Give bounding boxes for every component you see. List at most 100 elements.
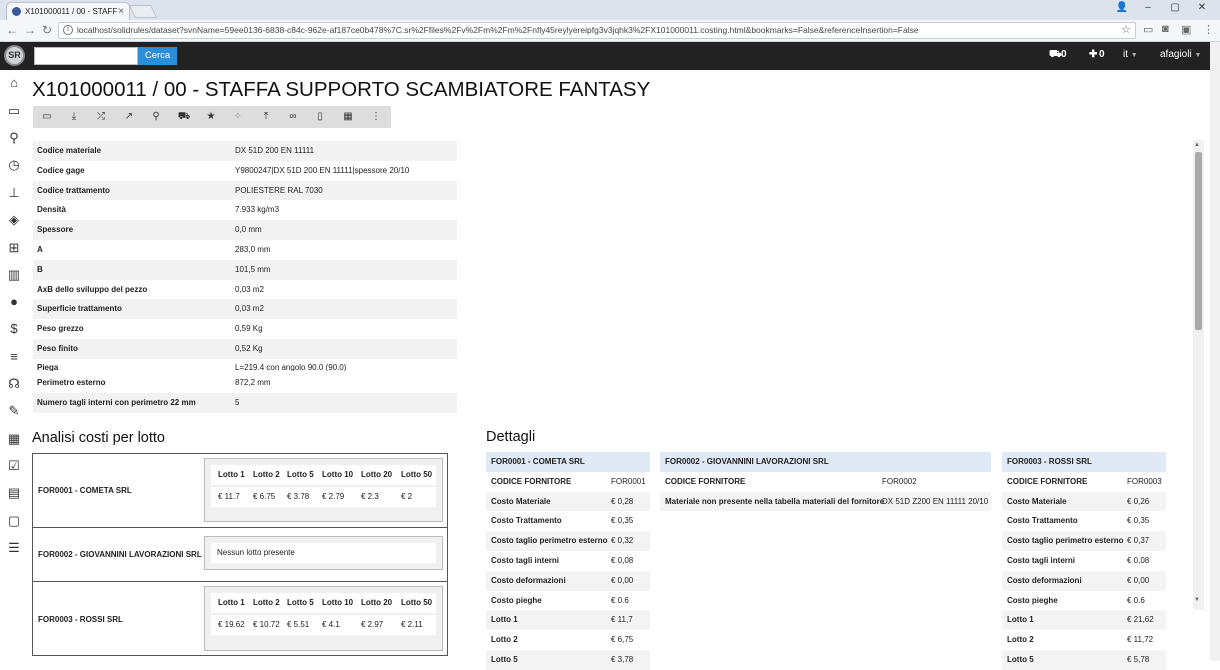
favorite-outline-icon[interactable]: ✧	[231, 110, 245, 124]
cast-icon[interactable]: ▣	[1181, 23, 1191, 36]
pin-icon[interactable]: ✚	[1089, 49, 1097, 60]
property-row: Codice trattamento POLIESTERE RAL 7030	[33, 180, 457, 201]
report-icon[interactable]: ☰	[7, 541, 21, 555]
dollar-icon[interactable]: $	[7, 322, 21, 336]
supplier-detail-card: FOR0002 - GIOVANNINI LAVORAZIONI SRL CODI…	[660, 452, 991, 512]
back-icon[interactable]: ←	[6, 23, 18, 37]
pin-icon[interactable]: ⚲	[7, 131, 21, 145]
scroll-up-icon[interactable]: ▲	[1194, 142, 1200, 148]
property-row: Numero tagli interni con perimetro 22 mm…	[33, 392, 457, 413]
close-window-icon[interactable]: ✕	[1192, 2, 1212, 13]
cube-icon[interactable]: ◈	[7, 213, 21, 227]
lot-header: Lotto 1	[218, 470, 245, 479]
detail-label: CODICE FORNITORE	[1007, 476, 1088, 486]
detail-row: CODICE FORNITORE FOR0003	[1002, 472, 1166, 492]
new-tab-button[interactable]	[128, 5, 158, 18]
detail-row: CODICE FORNITORE FOR0001	[486, 472, 650, 492]
clipboard-check-icon[interactable]: ☑	[7, 459, 21, 473]
star-icon[interactable]: ★	[204, 110, 218, 124]
detail-value: € 0,37	[1127, 536, 1150, 546]
cost-analysis-table: FOR0001 - COMETA SRL Lotto 1 Lotto 2 Lotto …	[32, 453, 448, 656]
search-button[interactable]: Cerca	[138, 47, 177, 65]
tab-title: X101000011 / 00 - STAFF	[25, 7, 118, 16]
clipboard-icon[interactable]: ▯	[313, 110, 327, 124]
user-name: afagioli	[1160, 49, 1192, 60]
property-label: Numero tagli interni con perimetro 22 mm	[37, 397, 196, 407]
url-field[interactable]: i localhost/solidrules/dataset?svnName=5…	[58, 22, 1136, 39]
favicon-icon	[12, 7, 21, 16]
hierarchy-icon[interactable]: ⊞	[7, 241, 21, 255]
property-value: 0,03 m2	[235, 304, 264, 314]
lot-header: Lotto 5	[287, 598, 314, 607]
property-value: 0,52 Kg	[235, 343, 263, 353]
link-icon[interactable]: ∞	[286, 110, 300, 124]
camera-icon[interactable]: ◙	[1162, 23, 1169, 35]
detail-label: Costo deformazioni	[1007, 575, 1082, 585]
support-icon[interactable]: ☊	[7, 377, 21, 391]
list-document-icon[interactable]: ▤	[7, 486, 21, 500]
detail-value: € 0,26	[1127, 496, 1150, 506]
property-value: 872,2 mm	[235, 378, 271, 387]
user-icon[interactable]: ●	[7, 295, 21, 309]
card-header: FOR0002 - GIOVANNINI LAVORAZIONI SRL	[660, 452, 991, 472]
detail-value: € 0.6	[611, 595, 629, 605]
building-icon[interactable]: ▥	[7, 268, 21, 282]
detail-value: € 5,78	[1127, 654, 1150, 664]
language-selector[interactable]: it ▼	[1123, 49, 1138, 60]
cart-icon[interactable]: ⛟	[1049, 49, 1062, 62]
detail-value: € 0,08	[611, 555, 634, 565]
home-icon[interactable]: ⌂	[7, 76, 21, 90]
clipboard-icon[interactable]: ▢	[7, 514, 21, 528]
clock-icon[interactable]: ◷	[7, 158, 21, 172]
edit-icon[interactable]: ✎	[7, 404, 21, 418]
scroll-down-icon[interactable]: ▼	[1194, 597, 1200, 603]
scroll-thumb[interactable]	[1195, 152, 1202, 330]
detail-row: Lotto 2 € 11,72	[1002, 630, 1166, 650]
detail-value: € 0,00	[1127, 575, 1150, 585]
shuffle-icon[interactable]: ⤮	[94, 110, 108, 124]
bars-icon[interactable]: ≡	[7, 350, 21, 364]
property-label: Perimetro esterno	[37, 378, 106, 387]
extension-icon[interactable]: ▭	[1143, 23, 1153, 36]
detail-label: Lotto 1	[491, 615, 518, 625]
menu-dots-icon[interactable]: ⋮	[1203, 23, 1214, 36]
browser-tab[interactable]: X101000011 / 00 - STAFF ×	[6, 2, 130, 20]
lot-value: € 6.75	[253, 492, 276, 501]
detail-label: Costo tagli interni	[1007, 555, 1075, 565]
share-icon[interactable]: ↗	[122, 110, 136, 124]
pin-icon[interactable]: ⚲	[149, 110, 163, 124]
profile-icon[interactable]: 👤	[1112, 2, 1132, 13]
close-tab-icon[interactable]: ×	[118, 3, 124, 20]
bookmark-star-icon[interactable]: ☆	[1121, 23, 1131, 38]
folder-icon[interactable]: ▭	[7, 104, 21, 118]
detail-row: Costo Materiale € 0,28	[486, 491, 650, 512]
panel-scrollbar[interactable]: ▲ ▼	[1193, 140, 1204, 610]
lot-value: € 10.72	[253, 620, 280, 629]
forward-icon[interactable]: →	[24, 23, 36, 37]
property-row: Superficie trattamento 0,03 m2	[33, 299, 457, 320]
monitor-icon[interactable]: ▭	[40, 110, 54, 124]
reload-icon[interactable]: ↻	[42, 23, 52, 37]
property-value: 0,59 Kg	[235, 324, 263, 334]
url-text: localhost/solidrules/dataset?svnName=59e…	[77, 25, 919, 35]
calendar-icon[interactable]: ▦	[7, 432, 21, 446]
cart-icon[interactable]: ⛟	[177, 110, 191, 124]
page-scrollbar[interactable]	[1210, 42, 1220, 661]
upload-icon[interactable]: ⤒	[259, 110, 273, 124]
minimize-icon[interactable]: –	[1138, 2, 1158, 13]
more-options-icon[interactable]: ⋮	[369, 110, 383, 124]
lot-header: Lotto 20	[361, 598, 393, 607]
tool-icon[interactable]: ⊥	[7, 186, 21, 200]
lot-table: Lotto 1 Lotto 2 Lotto 5 Lotto 10 Lotto 20 Lot…	[204, 586, 443, 651]
user-menu[interactable]: afagioli ▼	[1160, 49, 1201, 60]
property-row: Spessore 0,0 mm	[33, 220, 457, 240]
download-icon[interactable]: ⤓	[67, 110, 81, 124]
maximize-icon[interactable]: ▢	[1165, 2, 1185, 13]
detail-value: € 3,78	[611, 654, 634, 664]
calendar-icon[interactable]: ▦	[341, 110, 355, 124]
info-icon[interactable]: i	[63, 25, 73, 35]
app-logo-icon[interactable]: SR	[4, 45, 25, 66]
search-input[interactable]	[34, 47, 138, 65]
detail-row: Costo pieghe € 0.6	[486, 591, 650, 611]
detail-row: Lotto 5 € 3,78	[486, 649, 650, 670]
